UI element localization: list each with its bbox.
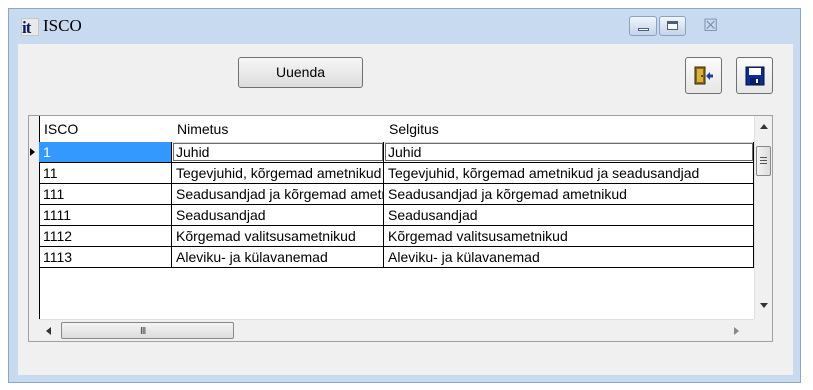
- cell-nimetus[interactable]: Aleviku- ja külavanemad: [172, 247, 384, 267]
- scroll-left-arrow-icon[interactable]: [46, 327, 51, 335]
- isco-data-grid[interactable]: ISCO Nimetus Selgitus 1 Juhid Juhid 11 T…: [28, 115, 773, 342]
- cell-isco[interactable]: 1113: [39, 247, 172, 267]
- horizontal-scrollbar[interactable]: III: [39, 319, 754, 341]
- cell-isco[interactable]: 1112: [39, 226, 172, 246]
- scroll-up-arrow-icon[interactable]: [760, 124, 768, 129]
- cell-selgitus[interactable]: Kõrgemad valitsusametnikud: [384, 226, 754, 246]
- table-row[interactable]: 1111 Seadusandjad Seadusandjad: [39, 205, 754, 226]
- current-row-arrow-icon: [30, 148, 35, 156]
- app-logo-letters: it: [22, 18, 31, 37]
- exit-button[interactable]: [685, 57, 722, 94]
- vertical-scroll-thumb[interactable]: [756, 146, 771, 176]
- column-header-nimetus[interactable]: Nimetus: [177, 121, 228, 137]
- table-row[interactable]: 1112 Kõrgemad valitsusametnikud Kõrgemad…: [39, 226, 754, 247]
- vertical-scrollbar[interactable]: [754, 116, 772, 319]
- client-area: Uuenda ISCO Nimetus Selgitus 1 Juhid Juh…: [18, 44, 793, 375]
- cell-nimetus[interactable]: Seadusandjad ja kõrgemad ametnikud: [172, 184, 384, 204]
- column-header-isco[interactable]: ISCO: [44, 121, 78, 137]
- cell-nimetus[interactable]: Juhid: [172, 142, 384, 162]
- exit-door-icon: [694, 66, 713, 85]
- minimize-button[interactable]: [629, 16, 657, 36]
- grid-header: ISCO Nimetus Selgitus: [29, 116, 754, 143]
- cell-isco[interactable]: 111: [39, 184, 172, 204]
- cell-selgitus[interactable]: Juhid: [384, 142, 754, 162]
- table-row[interactable]: 11 Tegevjuhid, kõrgemad ametnikud ja sea…: [39, 163, 754, 184]
- floppy-disk-save-icon: [745, 66, 765, 86]
- cell-selgitus[interactable]: Tegevjuhid, kõrgemad ametnikud ja seadus…: [384, 163, 754, 183]
- close-icon: ☒: [703, 16, 719, 35]
- scroll-right-arrow-icon[interactable]: [734, 327, 739, 335]
- title-bar[interactable]: it ISCO ☒: [9, 9, 800, 43]
- table-row[interactable]: 111 Seadusandjad ja kõrgemad ametnikud S…: [39, 184, 754, 205]
- cell-nimetus[interactable]: Tegevjuhid, kõrgemad ametnikud ja seadus…: [172, 163, 384, 183]
- table-row[interactable]: 1113 Aleviku- ja külavanemad Aleviku- ja…: [39, 247, 754, 268]
- grip-line: [760, 163, 767, 164]
- app-logo-icon: it: [21, 18, 39, 37]
- cell-isco[interactable]: 1111: [39, 205, 172, 225]
- window-title: ISCO: [43, 16, 82, 35]
- cell-nimetus[interactable]: Kõrgemad valitsusametnikud: [172, 226, 384, 246]
- horizontal-grip: III: [140, 326, 146, 337]
- close-button[interactable]: ☒: [688, 16, 732, 36]
- refresh-button[interactable]: Uuenda: [238, 57, 363, 88]
- cell-selgitus[interactable]: Seadusandjad ja kõrgemad ametnikud: [384, 184, 754, 204]
- save-button[interactable]: [736, 57, 773, 94]
- isco-window: it ISCO ☒ Uuenda ISCO Nimetus Selgitus 1…: [8, 8, 801, 383]
- cell-isco[interactable]: 11: [39, 163, 172, 183]
- cell-selgitus[interactable]: Aleviku- ja külavanemad: [384, 247, 754, 267]
- cell-isco[interactable]: 1: [39, 142, 172, 162]
- cell-nimetus[interactable]: Seadusandjad: [172, 205, 384, 225]
- table-row[interactable]: 1 Juhid Juhid: [39, 142, 754, 163]
- column-header-selgitus[interactable]: Selgitus: [389, 121, 439, 137]
- scrollbar-corner: [754, 319, 772, 341]
- scroll-down-arrow-icon[interactable]: [760, 303, 768, 308]
- maximize-icon: [667, 21, 678, 30]
- grip-line: [760, 157, 767, 158]
- maximize-button[interactable]: [659, 16, 686, 36]
- grip-line: [760, 160, 767, 161]
- cell-selgitus[interactable]: Seadusandjad: [384, 205, 754, 225]
- minimize-icon: [638, 28, 649, 31]
- horizontal-scroll-thumb[interactable]: III: [61, 322, 234, 339]
